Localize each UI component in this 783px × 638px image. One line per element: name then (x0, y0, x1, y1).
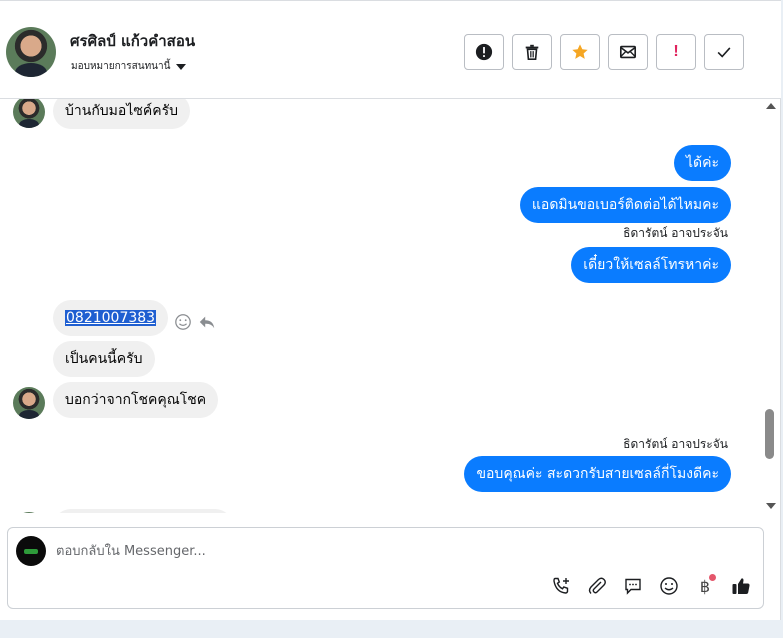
incoming-message[interactable]: เป็นคนนี้ครับ (53, 341, 155, 377)
delete-button[interactable] (512, 34, 552, 70)
contact-avatar (13, 387, 45, 419)
incoming-message[interactable]: 0821007383 (53, 300, 169, 336)
smiley-icon[interactable] (174, 313, 192, 331)
conversation-header: ศรศิลป์ แก้วคำสอน มอบหมายการสนทนานี้ ! (0, 1, 781, 99)
contact-avatar (13, 512, 45, 513)
outgoing-message[interactable]: ขอบคุณค่ะ สะดวกรับสายเซลล์กี่โมงดีคะ (464, 456, 731, 492)
incoming-message[interactable]: บอกว่าจากโชคคุณโชค (53, 382, 219, 418)
paperclip-icon (588, 577, 606, 594)
header-toolbar: ! (464, 34, 744, 70)
saved-replies-button[interactable] (621, 574, 645, 598)
page-avatar (16, 536, 46, 566)
conversation-panel: ศรศิลป์ แก้วคำสอน มอบหมายการสนทนานี้ ! บ… (0, 0, 781, 620)
follow-up-button[interactable]: ! (656, 34, 696, 70)
star-icon (572, 44, 588, 59)
reply-icon[interactable] (198, 313, 216, 331)
phone-add-icon (553, 577, 569, 594)
chat-bubble-icon (625, 578, 641, 595)
exclamation-icon: ! (673, 43, 679, 60)
composer-actions: ฿ (549, 574, 753, 598)
reply-input[interactable] (56, 541, 656, 561)
attach-button[interactable] (585, 574, 609, 598)
mark-unread-button[interactable] (608, 34, 648, 70)
thumbs-up-icon (732, 578, 750, 594)
spam-button[interactable] (464, 34, 504, 70)
incoming-message[interactable]: บ้านกับมอไซค์ครับ (53, 99, 190, 129)
assign-conversation-dropdown[interactable]: มอบหมายการสนทนานี้ (71, 59, 187, 74)
message-scrollbar[interactable] (763, 99, 779, 513)
assign-label: มอบหมายการสนทนานี้ (71, 61, 171, 72)
outgoing-message[interactable]: ได้ค่ะ (673, 145, 731, 181)
emoji-button[interactable] (657, 574, 681, 598)
envelope-icon (619, 45, 637, 59)
outgoing-message[interactable]: แอดมินขอเบอร์ติดต่อได้ไหมคะ (519, 187, 731, 223)
done-button[interactable] (704, 34, 744, 70)
scroll-thumb[interactable] (765, 409, 774, 459)
sender-name: ธิดารัตน์ อาจประจัน (623, 226, 728, 240)
contact-avatar (13, 99, 45, 128)
contact-name[interactable]: ศรศิลป์ แก้วคำสอน (70, 29, 195, 53)
smiley-icon (660, 577, 678, 595)
incoming-message-partial[interactable] (53, 509, 233, 513)
contact-avatar[interactable] (6, 27, 56, 77)
message-actions (174, 313, 216, 331)
call-button[interactable] (549, 574, 573, 598)
payment-button[interactable]: ฿ (693, 574, 717, 598)
outgoing-message[interactable]: เดี๋ยวให้เซลล์โทรหาค่ะ (571, 247, 731, 283)
scroll-up-icon[interactable] (766, 103, 776, 109)
notification-dot (709, 574, 716, 581)
like-button[interactable] (729, 574, 753, 598)
caret-down-icon (176, 63, 187, 70)
scroll-down-icon[interactable] (766, 503, 776, 509)
message-list[interactable]: บ้านกับมอไซค์ครับ ได้ค่ะ แอดมินขอเบอร์ติ… (0, 99, 763, 513)
phone-number-text[interactable]: 0821007383 (65, 310, 157, 326)
star-button[interactable] (560, 34, 600, 70)
check-icon (717, 47, 731, 58)
trash-icon (525, 44, 539, 61)
exclamation-circle-icon (475, 43, 493, 61)
sender-name: ธิดารัตน์ อาจประจัน (623, 437, 728, 451)
reply-composer: ฿ (7, 527, 764, 609)
